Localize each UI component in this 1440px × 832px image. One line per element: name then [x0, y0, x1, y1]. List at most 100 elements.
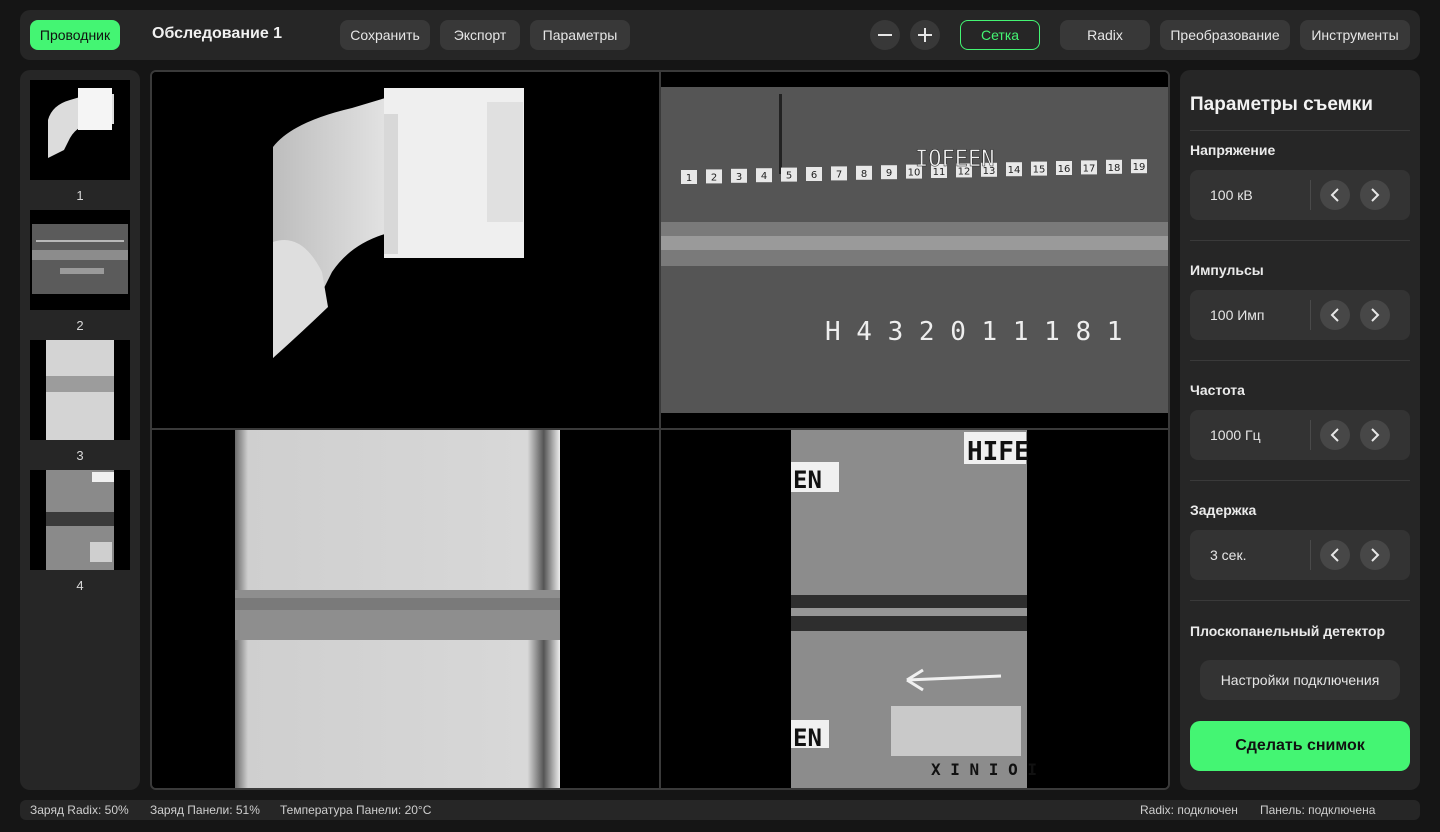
tools-button[interactable]: Инструменты: [1300, 20, 1410, 50]
xray-weld-seam-thumb: [32, 224, 128, 294]
thumbnail-item[interactable]: 2: [30, 210, 130, 333]
image-top-label: IOFEEN: [915, 147, 994, 172]
voltage-label: Напряжение: [1190, 142, 1276, 158]
ruler-marker-label: 1: [686, 173, 692, 184]
thumbnail-item[interactable]: 1: [30, 80, 130, 203]
chevron-right-icon: [1371, 188, 1380, 202]
ruler-marker-label: 2: [711, 172, 717, 183]
pulses-decrease-button[interactable]: [1320, 300, 1350, 330]
chevron-right-icon: [1371, 308, 1380, 322]
voltage-value: 100 кВ: [1210, 187, 1253, 203]
export-button[interactable]: Экспорт: [440, 20, 520, 50]
delay-decrease-button[interactable]: [1320, 540, 1350, 570]
ruler-marker-label: 8: [861, 169, 867, 180]
frequency-increase-button[interactable]: [1360, 420, 1390, 450]
xray-pipe-vertical-image: [235, 430, 560, 788]
viewer-cell-4[interactable]: HIFE EN EN X I N I O I: [661, 430, 1168, 788]
viewer-cell-3[interactable]: [152, 430, 659, 788]
divider: [1190, 360, 1410, 361]
viewer-cell-2[interactable]: 1 2 3 4 5 6 7 8 9 10 11 12 13 14 15 16 17 18 19 IOFEEN H 4…: [661, 72, 1168, 428]
thumbnail-image: [30, 340, 130, 440]
status-bar: Заряд Radix: 50% Заряд Панели: 51% Темпе…: [20, 800, 1420, 820]
thumbnail-image: [30, 470, 130, 570]
ruler-marker-label: 14: [1008, 165, 1021, 176]
divider: [1190, 480, 1410, 481]
panel-temperature-status: Температура Панели: 20°C: [280, 803, 432, 817]
voltage-control: 100 кВ: [1190, 170, 1410, 220]
frequency-decrease-button[interactable]: [1320, 420, 1350, 450]
chevron-right-icon: [1371, 548, 1380, 562]
thumbnail-number: 1: [76, 188, 84, 203]
viewer-cell-1[interactable]: [152, 72, 659, 428]
ruler-marker-label: 15: [1033, 165, 1046, 176]
radix-connection-status: Radix: подключен: [1140, 803, 1238, 817]
panel-title: Параметры съемки: [1190, 94, 1373, 115]
thumbnail-item[interactable]: 4: [30, 470, 130, 593]
chevron-left-icon: [1330, 308, 1339, 322]
image-viewer-grid[interactable]: 1 2 3 4 5 6 7 8 9 10 11 12 13 14 15 16 17 18 19 IOFEEN H 4…: [150, 70, 1170, 790]
image-label-left: EN: [793, 466, 822, 494]
voltage-increase-button[interactable]: [1360, 180, 1390, 210]
thumbnail-sidebar: 1 2 3 4: [20, 70, 140, 790]
explorer-button[interactable]: Проводник: [30, 20, 120, 50]
divider: [1190, 240, 1410, 241]
frequency-label: Частота: [1190, 382, 1245, 398]
image-label-top: HIFE: [967, 437, 1030, 467]
grid-divider-vertical: [659, 72, 661, 788]
params-button[interactable]: Параметры: [530, 20, 630, 50]
divider: [1310, 420, 1311, 450]
divider: [1310, 300, 1311, 330]
capture-button[interactable]: Сделать снимок: [1190, 721, 1410, 771]
voltage-decrease-button[interactable]: [1320, 180, 1350, 210]
radix-button[interactable]: Radix: [1060, 20, 1150, 50]
plus-icon: [918, 28, 932, 42]
chevron-left-icon: [1330, 188, 1339, 202]
panel-charge-status: Заряд Панели: 51%: [150, 803, 260, 817]
zoom-in-button[interactable]: [910, 20, 940, 50]
delay-control: 3 сек.: [1190, 530, 1410, 580]
image-label-left-2: EN: [793, 724, 822, 752]
thumbnail-number: 3: [76, 448, 84, 463]
grid-toggle-button[interactable]: Сетка: [960, 20, 1040, 50]
delay-increase-button[interactable]: [1360, 540, 1390, 570]
divider: [1190, 130, 1410, 131]
xray-pipe-vertical-thumb: [46, 340, 114, 440]
delay-label: Задержка: [1190, 502, 1257, 518]
divider: [1310, 540, 1311, 570]
divider: [1310, 180, 1311, 210]
frequency-control: 1000 Гц: [1190, 410, 1410, 460]
ruler-marker-label: 6: [811, 170, 817, 181]
ruler-marker-label: 7: [836, 169, 842, 180]
top-toolbar: Проводник Обследование 1 Сохранить Экспо…: [20, 10, 1420, 60]
ruler-marker-label: 9: [886, 168, 892, 179]
thumbnail-item[interactable]: 3: [30, 340, 130, 463]
xray-pipe-elbow-thumb: [48, 88, 114, 158]
ruler-marker-label: 5: [786, 171, 792, 182]
panel-connection-status: Панель: подключена: [1260, 803, 1376, 817]
zoom-out-button[interactable]: [870, 20, 900, 50]
capture-settings-panel: Параметры съемки Напряжение 100 кВ Импул…: [1180, 70, 1420, 790]
chevron-left-icon: [1330, 428, 1339, 442]
radix-charge-status: Заряд Radix: 50%: [30, 803, 129, 817]
frequency-value: 1000 Гц: [1210, 427, 1261, 443]
save-button[interactable]: Сохранить: [340, 20, 430, 50]
transform-button[interactable]: Преобразование: [1160, 20, 1290, 50]
ruler-marker-label: 4: [761, 171, 767, 182]
image-codes: X I N I O I: [931, 760, 1037, 779]
pulses-increase-button[interactable]: [1360, 300, 1390, 330]
ruler-marker-label: 3: [736, 172, 742, 183]
connection-settings-button[interactable]: Настройки подключения: [1200, 660, 1400, 700]
pulses-label: Импульсы: [1190, 262, 1264, 278]
ruler-marker-label: 17: [1083, 163, 1096, 174]
pulses-control: 100 Имп: [1190, 290, 1410, 340]
minus-icon: [878, 34, 892, 36]
ruler-marker-label: 16: [1058, 164, 1071, 175]
page-title: Обследование 1: [152, 25, 283, 42]
thumbnail-image: [30, 80, 130, 180]
grid-divider-horizontal: [152, 428, 1168, 430]
delay-value: 3 сек.: [1210, 547, 1247, 563]
ruler-marker-label: 19: [1133, 162, 1146, 173]
xray-weld-closeup-image: HIFE EN EN X I N I O I: [791, 430, 1037, 788]
pulses-value: 100 Имп: [1210, 307, 1265, 323]
thumbnail-number: 4: [76, 578, 84, 593]
